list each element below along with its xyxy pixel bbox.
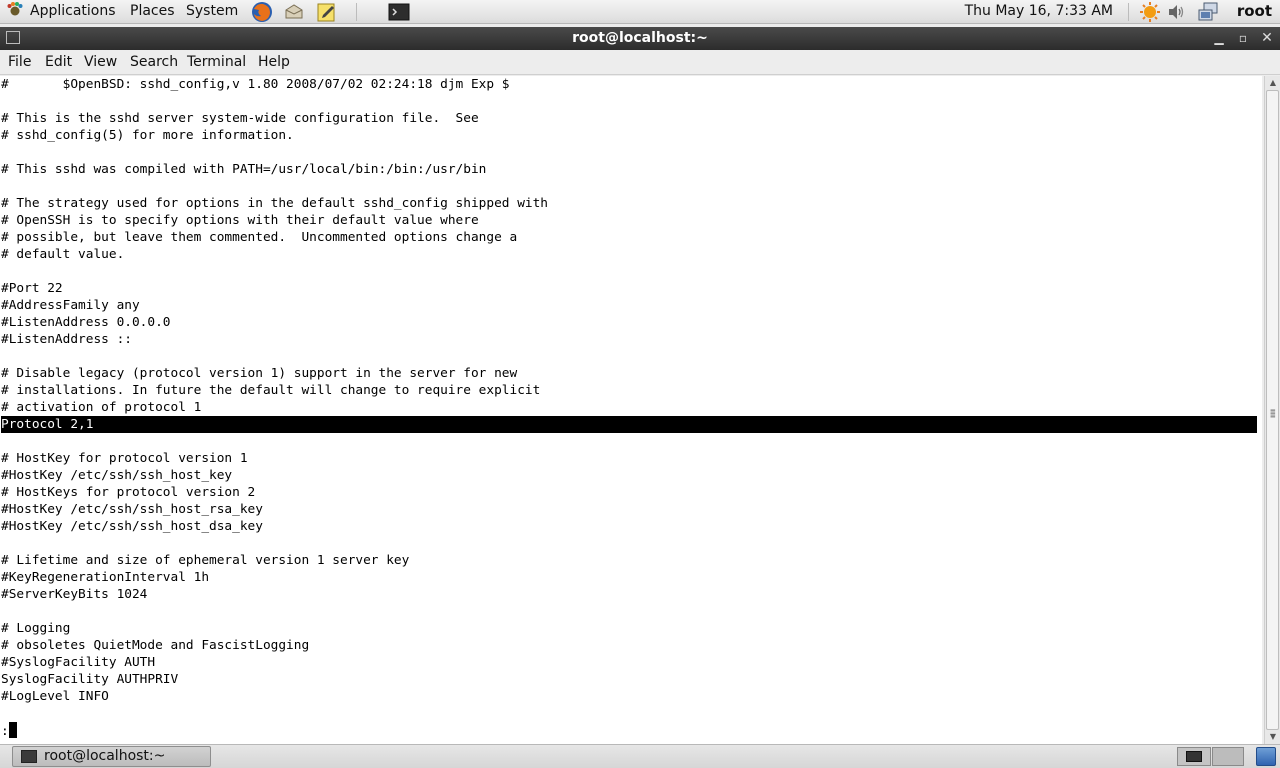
- terminal-line: #SyslogFacility AUTH: [1, 655, 156, 670]
- volume-control[interactable]: [1164, 0, 1188, 24]
- top-panel: Applications Places System Thu May 16, 7…: [0, 0, 1280, 24]
- maximize-icon: ▫: [1238, 31, 1248, 45]
- applications-menu[interactable]: Applications: [6, 0, 116, 24]
- terminal-line: # OpenSSH is to specify options with the…: [1, 213, 479, 228]
- terminal-lines: # $OpenBSD: sshd_config,v 1.80 2008/07/0…: [1, 76, 1257, 705]
- bottom-panel: root@localhost:~: [0, 744, 1280, 768]
- gnome-foot-icon: [7, 2, 23, 16]
- terminal-line: SyslogFacility AUTHPRIV: [1, 672, 179, 687]
- terminal-line: #Port 22: [1, 281, 63, 296]
- grip-icon: ▬ ▬ ▬: [1270, 407, 1276, 420]
- system-menu[interactable]: System: [186, 0, 238, 24]
- update-notifier[interactable]: [1138, 0, 1162, 24]
- menu-terminal[interactable]: Terminal: [187, 51, 246, 75]
- terminal-line: # possible, but leave them commented. Un…: [1, 230, 518, 245]
- scroll-down-arrow[interactable]: ▼: [1267, 731, 1279, 743]
- firefox-icon: [252, 2, 272, 22]
- terminal-line: #HostKey /etc/ssh/ssh_host_key: [1, 468, 233, 483]
- terminal-scrollbar[interactable]: ▲ ▬ ▬ ▬ ▼: [1264, 76, 1280, 744]
- terminal-line: # sshd_config(5) for more information.: [1, 128, 294, 143]
- terminal-line: # This sshd was compiled with PATH=/usr/…: [1, 162, 487, 177]
- places-menu[interactable]: Places: [130, 0, 175, 24]
- applications-label: Applications: [30, 3, 116, 19]
- terminal-icon: [21, 750, 37, 763]
- text-editor-launcher[interactable]: [314, 0, 338, 24]
- terminal-line: # $OpenBSD: sshd_config,v 1.80 2008/07/0…: [1, 77, 510, 92]
- menu-help[interactable]: Help: [258, 51, 290, 75]
- taskbar-window-button[interactable]: root@localhost:~: [12, 746, 211, 767]
- close-icon: ✕: [1261, 30, 1273, 46]
- menu-search[interactable]: Search: [130, 51, 178, 75]
- workspace-window-thumbnail: [1186, 751, 1202, 762]
- terminal-line: # Logging: [1, 621, 71, 636]
- notepad-icon: [317, 3, 335, 22]
- terminal-line: #ListenAddress 0.0.0.0: [1, 315, 171, 330]
- minimize-icon: ▁: [1214, 31, 1224, 45]
- terminal-line: # HostKey for protocol version 1: [1, 451, 248, 466]
- terminal-line: # This is the sshd server system-wide co…: [1, 111, 479, 126]
- firefox-launcher[interactable]: [250, 0, 274, 24]
- user-menu[interactable]: root: [1237, 0, 1272, 24]
- workspace-2[interactable]: [1212, 747, 1244, 766]
- panel-clock[interactable]: Thu May 16, 7:33 AM: [965, 0, 1113, 24]
- terminal-line: #ServerKeyBits 1024: [1, 587, 148, 602]
- network-status[interactable]: [1196, 0, 1220, 24]
- vim-command-prompt: :: [1, 724, 9, 739]
- terminal-line: # Disable legacy (protocol version 1) su…: [1, 366, 518, 381]
- minimize-button[interactable]: ▁: [1208, 27, 1230, 50]
- menu-edit[interactable]: Edit: [45, 51, 72, 75]
- taskbar-window-label: root@localhost:~: [44, 748, 166, 764]
- speaker-icon: [1169, 5, 1184, 19]
- terminal-menubar: File Edit View Search Terminal Help: [0, 51, 1280, 75]
- terminal-line: # installations. In future the default w…: [1, 383, 541, 398]
- scroll-up-arrow[interactable]: ▲: [1267, 77, 1279, 89]
- window-title: root@localhost:~: [572, 30, 708, 46]
- mail-icon: [285, 4, 303, 19]
- scrollbar-thumb[interactable]: ▬ ▬ ▬: [1266, 90, 1279, 730]
- text-cursor: [8, 722, 17, 738]
- terminal-line: # activation of protocol 1: [1, 400, 202, 415]
- terminal-line: # obsoletes QuietMode and FascistLogging: [1, 638, 310, 653]
- terminal-line: #LogLevel INFO: [1, 689, 109, 704]
- terminal-line-highlighted: Protocol 2,1: [1, 416, 1257, 433]
- terminal-line: #AddressFamily any: [1, 298, 140, 313]
- terminal-line: # HostKeys for protocol version 2: [1, 485, 256, 500]
- sun-update-icon: [1140, 2, 1160, 22]
- panel-separator: [1128, 3, 1129, 21]
- terminal-line: # The strategy used for options in the d…: [1, 196, 549, 211]
- menu-view[interactable]: View: [84, 51, 117, 75]
- mail-launcher[interactable]: [282, 0, 306, 24]
- show-desktop-button[interactable]: [1256, 747, 1276, 766]
- terminal-line: #ListenAddress ::: [1, 332, 132, 347]
- terminal-line: #HostKey /etc/ssh/ssh_host_dsa_key: [1, 519, 263, 534]
- terminal-line: #KeyRegenerationInterval 1h: [1, 570, 210, 585]
- panel-separator: [356, 3, 357, 21]
- command-line[interactable]: :: [1, 722, 17, 739]
- workspace-1[interactable]: [1177, 747, 1211, 766]
- terminal-line: # Lifetime and size of ephemeral version…: [1, 553, 410, 568]
- terminal-icon: [388, 3, 410, 21]
- terminal-content[interactable]: # $OpenBSD: sshd_config,v 1.80 2008/07/0…: [0, 76, 1262, 744]
- window-titlebar[interactable]: root@localhost:~ ▁ ▫ ✕: [0, 27, 1280, 50]
- terminal-line: # default value.: [1, 247, 125, 262]
- terminal-line: #HostKey /etc/ssh/ssh_host_rsa_key: [1, 502, 263, 517]
- network-icon: [1198, 2, 1218, 21]
- maximize-button[interactable]: ▫: [1232, 27, 1254, 50]
- close-button[interactable]: ✕: [1256, 27, 1278, 50]
- menu-file[interactable]: File: [8, 51, 31, 75]
- terminal-launcher[interactable]: [387, 0, 411, 24]
